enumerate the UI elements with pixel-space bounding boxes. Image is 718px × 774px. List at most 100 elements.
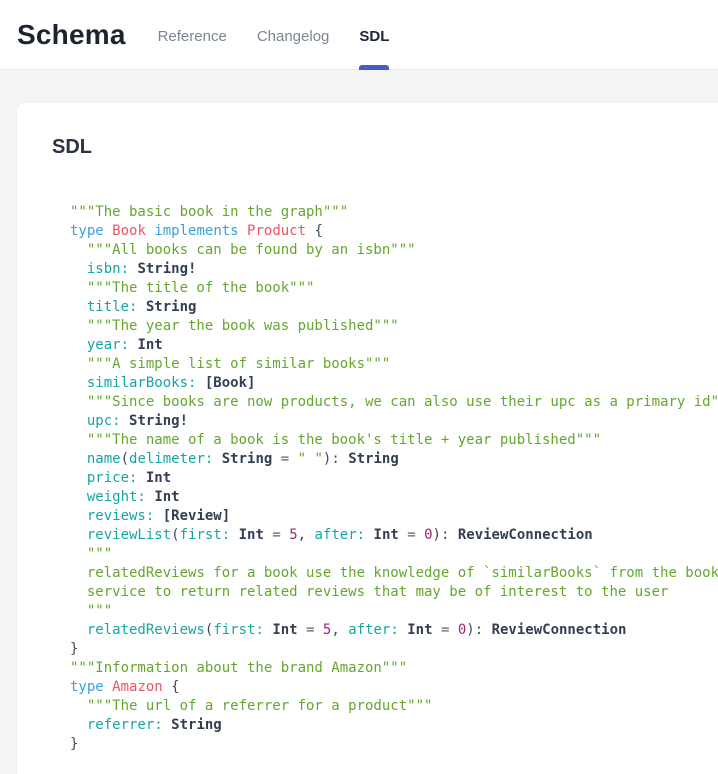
- code-token: """The year the book was published""": [70, 318, 399, 334]
- code-token: =: [272, 451, 297, 467]
- tab-reference[interactable]: Reference: [158, 0, 227, 69]
- code-token: first:: [180, 527, 231, 543]
- code-line: relatedReviews for a book use the knowle…: [70, 564, 706, 583]
- code-token: [70, 508, 87, 524]
- sdl-card-heading: SDL: [52, 135, 706, 159]
- code-line: """The basic book in the graph""": [70, 203, 706, 222]
- code-token: [399, 622, 407, 638]
- code-token: """The basic book in the graph""": [70, 204, 348, 220]
- tab-changelog-label: Changelog: [257, 28, 330, 45]
- code-token: ,: [298, 527, 315, 543]
- page-header: Schema Reference Changelog SDL: [0, 0, 718, 70]
- code-token: [Book]: [205, 375, 256, 391]
- code-token: delimeter:: [129, 451, 213, 467]
- code-token: [Review]: [163, 508, 230, 524]
- code-token: ):: [466, 622, 491, 638]
- code-token: =: [298, 622, 323, 638]
- code-token: [70, 527, 87, 543]
- code-token: " ": [298, 451, 323, 467]
- code-token: [70, 413, 87, 429]
- code-line: """The title of the book""": [70, 279, 706, 298]
- code-token: (: [121, 451, 129, 467]
- code-token: Int: [146, 470, 171, 486]
- code-token: String: [171, 717, 222, 733]
- code-line: title: String: [70, 298, 706, 317]
- code-token: [70, 489, 87, 505]
- code-token: [163, 717, 171, 733]
- code-line: name(delimeter: String = " "): String: [70, 450, 706, 469]
- code-token: """: [70, 546, 112, 562]
- code-token: title:: [87, 299, 138, 315]
- code-token: =: [264, 527, 289, 543]
- tab-bar: Reference Changelog SDL: [158, 0, 390, 69]
- code-token: 0: [458, 622, 466, 638]
- code-token: after:: [348, 622, 399, 638]
- code-line: isbn: String!: [70, 260, 706, 279]
- code-token: ReviewConnection: [492, 622, 627, 638]
- code-token: {: [171, 679, 179, 695]
- code-line: weight: Int: [70, 488, 706, 507]
- code-token: ReviewConnection: [458, 527, 593, 543]
- code-line: """The name of a book is the book's titl…: [70, 431, 706, 450]
- code-token: Int: [272, 622, 297, 638]
- code-line: """Information about the brand Amazon""": [70, 659, 706, 678]
- tab-changelog[interactable]: Changelog: [257, 0, 330, 69]
- code-token: Book: [112, 223, 154, 239]
- code-token: weight:: [87, 489, 146, 505]
- code-token: [196, 375, 204, 391]
- code-token: }: [70, 736, 78, 752]
- page-title: Schema: [17, 19, 126, 51]
- code-token: =: [433, 622, 458, 638]
- code-token: [137, 470, 145, 486]
- code-line: """: [70, 545, 706, 564]
- code-token: [70, 470, 87, 486]
- code-token: relatedReviews: [87, 622, 205, 638]
- code-token: String!: [137, 261, 196, 277]
- code-line: upc: String!: [70, 412, 706, 431]
- code-line: """A simple list of similar books""": [70, 355, 706, 374]
- code-line: relatedReviews(first: Int = 5, after: In…: [70, 621, 706, 640]
- code-token: Int: [374, 527, 399, 543]
- code-token: """The name of a book is the book's titl…: [70, 432, 601, 448]
- code-token: String: [222, 451, 273, 467]
- code-token: type: [70, 679, 112, 695]
- code-token: first:: [213, 622, 264, 638]
- code-token: implements: [154, 223, 247, 239]
- code-token: [70, 717, 87, 733]
- code-token: [213, 451, 221, 467]
- code-token: """: [70, 603, 112, 619]
- code-token: ):: [433, 527, 458, 543]
- tab-sdl[interactable]: SDL: [359, 0, 389, 69]
- code-line: """Since books are now products, we can …: [70, 393, 706, 412]
- code-token: Amazon: [112, 679, 171, 695]
- code-token: [230, 527, 238, 543]
- code-token: (: [171, 527, 179, 543]
- code-token: [70, 337, 87, 353]
- code-line: """The year the book was published""": [70, 317, 706, 336]
- code-token: reviews:: [87, 508, 154, 524]
- code-token: similarBooks:: [87, 375, 197, 391]
- code-line: """The url of a referrer for a product""…: [70, 697, 706, 716]
- code-token: [70, 299, 87, 315]
- code-line: service to return related reviews that m…: [70, 583, 706, 602]
- code-token: """A simple list of similar books""": [70, 356, 390, 372]
- code-token: name: [87, 451, 121, 467]
- code-token: service to return related reviews that m…: [70, 584, 668, 600]
- code-token: }: [70, 641, 78, 657]
- tab-reference-label: Reference: [158, 28, 227, 45]
- tab-sdl-label: SDL: [359, 28, 389, 45]
- code-token: [70, 261, 87, 277]
- code-token: referrer:: [87, 717, 163, 733]
- code-token: [70, 451, 87, 467]
- code-token: """The title of the book""": [70, 280, 314, 296]
- code-line: referrer: String: [70, 716, 706, 735]
- code-token: [70, 622, 87, 638]
- code-token: 5: [289, 527, 297, 543]
- code-line: """All books can be found by an isbn""": [70, 241, 706, 260]
- code-token: [121, 413, 129, 429]
- code-token: 0: [424, 527, 432, 543]
- code-token: price:: [87, 470, 138, 486]
- code-token: year:: [87, 337, 129, 353]
- code-token: Product: [247, 223, 314, 239]
- code-token: String: [348, 451, 399, 467]
